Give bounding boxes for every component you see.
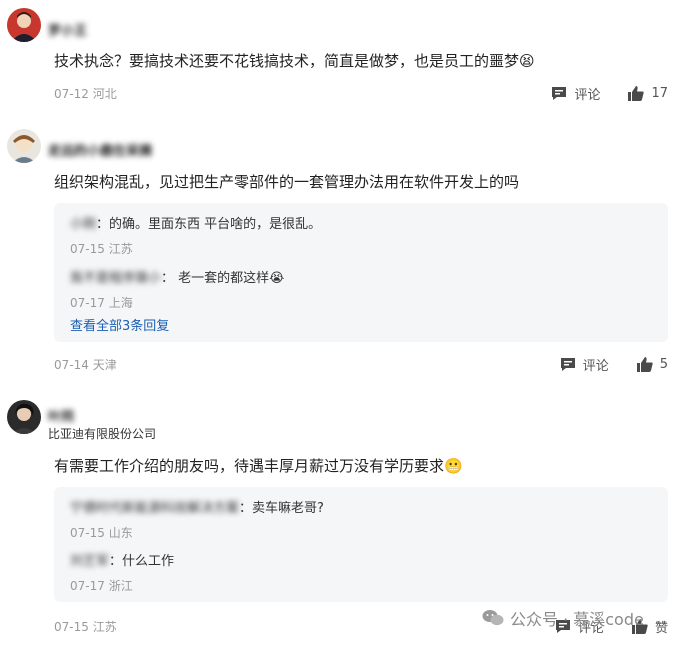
comment-actions: 评论 5 bbox=[532, 355, 668, 374]
comment-text: 组织架构混乱，见过把生产零部件的一套管理办法用在软件开发上的吗 bbox=[54, 173, 520, 191]
reply-date: 07-15 bbox=[70, 526, 105, 540]
reply-thread: 小刚：的确。里面东西 平台啥的，是很乱。 07-15 江苏 我不是程序猿小： 老… bbox=[54, 203, 668, 342]
thumbs-up-icon bbox=[628, 86, 645, 101]
reply-location: 山东 bbox=[108, 526, 133, 540]
comment-location: 江苏 bbox=[92, 620, 117, 634]
reply-text: ：什么工作 bbox=[109, 554, 175, 569]
comment-meta: 07-12 河北 bbox=[54, 85, 117, 102]
comment-date: 07-14 bbox=[54, 358, 89, 372]
reply-text: ： 老一套的都这样 bbox=[161, 271, 270, 286]
avatar[interactable] bbox=[7, 400, 41, 434]
reply-label: 评论 bbox=[582, 359, 609, 374]
reply-author[interactable]: 我不是程序猿小 bbox=[70, 271, 161, 286]
emoji: 😬 bbox=[444, 457, 463, 475]
comment-text-body: 技术执念？要搞技术还要不花钱搞技术，简直是做梦，也是员工的噩梦 bbox=[54, 52, 520, 70]
comment-actions: 评论 17 bbox=[523, 84, 668, 103]
username[interactable]: 走远的小鹿在采摘 bbox=[48, 140, 152, 159]
reply-author[interactable]: 宁德时代新能源科技解决方案 bbox=[70, 501, 239, 516]
reply-date: 07-17 bbox=[70, 296, 105, 310]
comment-meta: 07-14 天津 bbox=[54, 356, 117, 373]
reply-2-meta: 07-17 上海 bbox=[70, 294, 133, 311]
username[interactable]: 罗小王 bbox=[48, 20, 87, 39]
reply-location: 浙江 bbox=[108, 579, 133, 593]
avatar[interactable] bbox=[7, 129, 41, 163]
reply-author[interactable]: 小刚 bbox=[70, 217, 96, 232]
avatar-image bbox=[7, 129, 41, 163]
reply-date: 07-17 bbox=[70, 579, 105, 593]
comment-text: 技术执念？要搞技术还要不花钱搞技术，简直是做梦，也是员工的噩梦😫 bbox=[54, 50, 535, 71]
emoji: 😫 bbox=[519, 52, 535, 70]
reply-button[interactable]: 评论 bbox=[560, 355, 609, 374]
reply-1: 小刚：的确。里面东西 平台啥的，是很乱。 bbox=[70, 213, 321, 232]
like-count: 17 bbox=[651, 86, 668, 101]
avatar-image bbox=[7, 8, 41, 42]
company-name: 比亚迪有限股份公司 bbox=[48, 427, 157, 441]
like-button[interactable]: 5 bbox=[636, 357, 668, 372]
reply-1-meta: 07-15 山东 bbox=[70, 524, 133, 541]
like-button[interactable]: 17 bbox=[628, 86, 668, 101]
reply-location: 上海 bbox=[108, 296, 133, 310]
reply-button[interactable]: 评论 bbox=[551, 84, 600, 103]
reply-author[interactable]: 刘艺军 bbox=[70, 554, 109, 569]
comment-meta: 07-15 江苏 bbox=[54, 618, 117, 635]
wechat-icon bbox=[482, 610, 504, 626]
reply-1: 宁德时代新能源科技解决方案：卖车嘛老哥? bbox=[70, 497, 324, 516]
reply-label: 评论 bbox=[574, 88, 601, 103]
comment-location: 天津 bbox=[92, 358, 117, 372]
thumbs-up-icon bbox=[636, 357, 653, 372]
username[interactable]: 叶同 bbox=[48, 406, 74, 425]
reply-2: 刘艺军：什么工作 bbox=[70, 550, 174, 569]
watermark-text: 公众号 · 慕溪code bbox=[510, 610, 644, 629]
reply-location: 江苏 bbox=[108, 242, 133, 256]
comment-text-body: 有需要工作介绍的朋友吗，待遇丰厚月薪过万没有学历要求 bbox=[54, 457, 445, 475]
comment-text: 有需要工作介绍的朋友吗，待遇丰厚月薪过万没有学历要求😬 bbox=[54, 455, 463, 476]
watermark: 公众号 · 慕溪code bbox=[482, 606, 644, 630]
comment-location: 河北 bbox=[92, 87, 117, 101]
comment-date: 07-12 bbox=[54, 87, 89, 101]
avatar-image bbox=[7, 400, 41, 434]
like-count: 5 bbox=[659, 357, 668, 372]
comment-icon bbox=[560, 358, 575, 371]
avatar[interactable] bbox=[7, 8, 41, 42]
comment-icon bbox=[552, 87, 567, 100]
reply-thread: 宁德时代新能源科技解决方案：卖车嘛老哥? 07-15 山东 刘艺军：什么工作 0… bbox=[54, 487, 668, 602]
like-label: 赞 bbox=[654, 621, 668, 636]
reply-date: 07-15 bbox=[70, 242, 105, 256]
emoji: 😭 bbox=[269, 271, 285, 286]
reply-1-meta: 07-15 江苏 bbox=[70, 240, 133, 257]
reply-2: 我不是程序猿小： 老一套的都这样😭 bbox=[70, 267, 284, 286]
reply-text: ：卖车嘛老哥? bbox=[239, 501, 324, 516]
reply-2-meta: 07-17 浙江 bbox=[70, 577, 133, 594]
comment-date: 07-15 bbox=[54, 620, 89, 634]
view-all-replies-link[interactable]: 查看全部3条回复 bbox=[70, 315, 169, 334]
reply-text: ：的确。里面东西 平台啥的，是很乱。 bbox=[96, 217, 322, 232]
